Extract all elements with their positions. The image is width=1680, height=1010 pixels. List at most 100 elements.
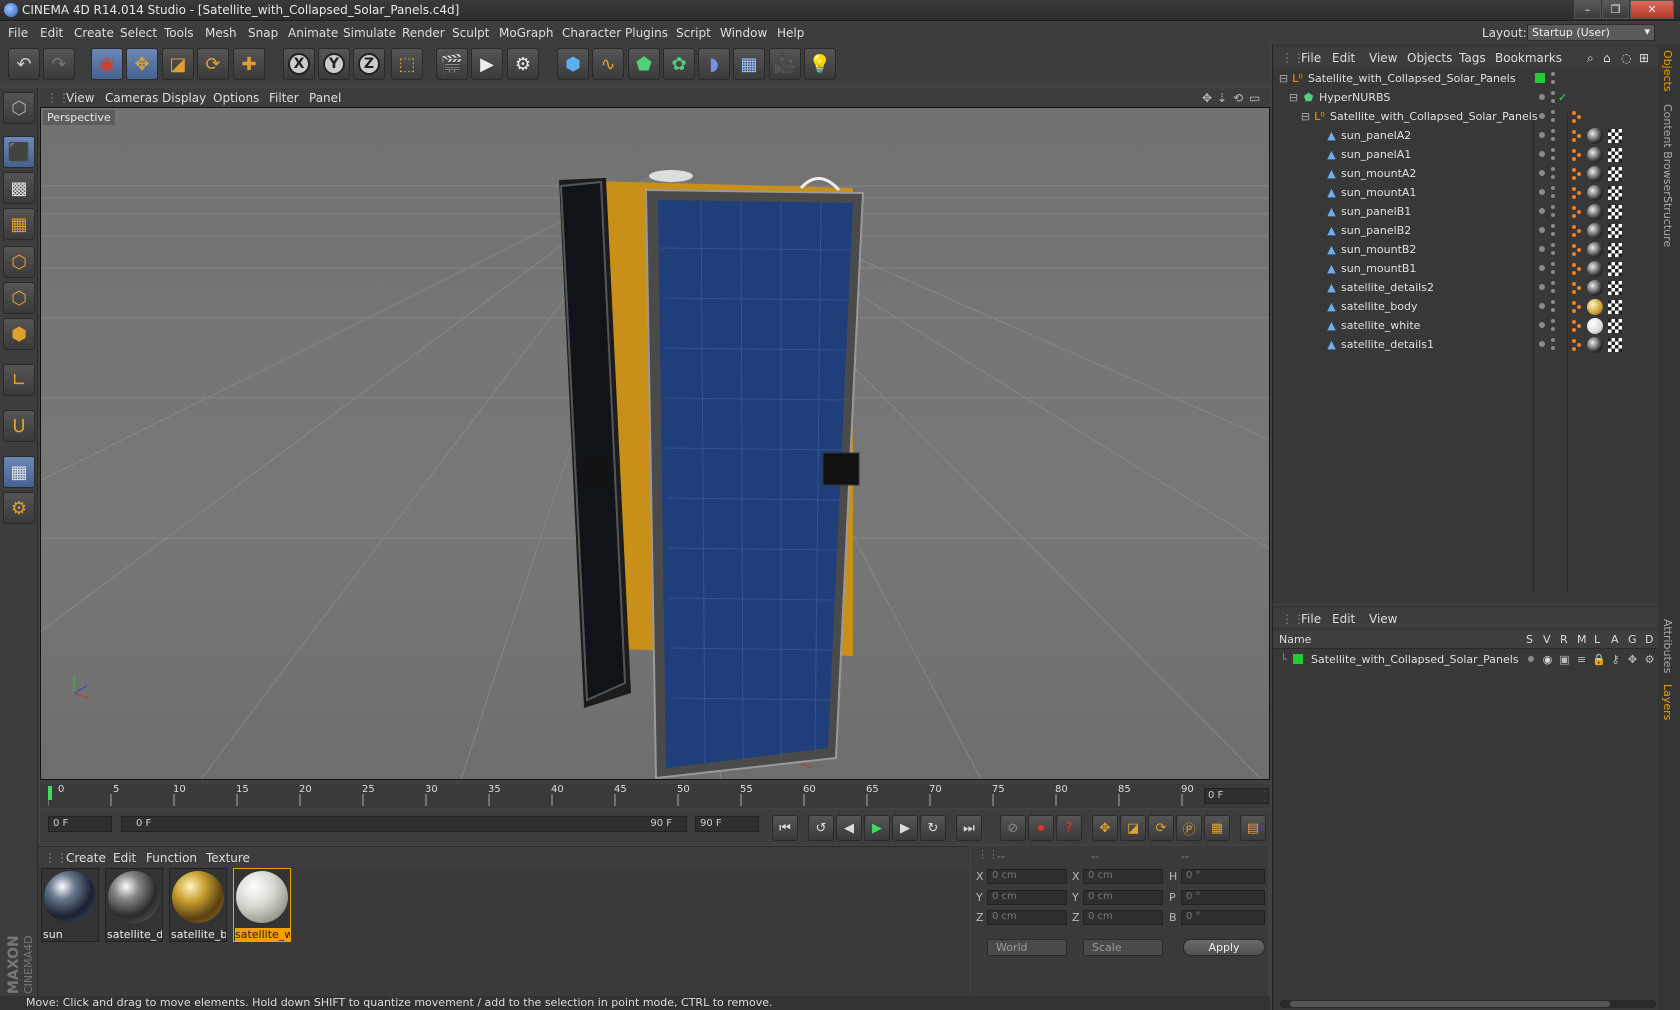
model-mode-icon[interactable]: ⬛ [3,136,35,168]
object-row[interactable]: ▲ sun_mountB2 [1273,240,1659,260]
layer-menu-view[interactable]: View [1369,612,1397,626]
viewport-rotate-icon[interactable]: ⟲ [1233,91,1243,105]
tab-layers[interactable]: Layers [1661,684,1674,720]
object-row[interactable]: ▲ satellite_body [1273,297,1659,317]
uvw-tag-icon[interactable] [1608,243,1622,257]
floor-icon[interactable]: ▦ [733,48,765,80]
menu-file[interactable]: File [8,26,28,40]
end-frame-field[interactable]: 90 F [695,816,759,832]
editor-visibility-dot[interactable] [1551,224,1555,228]
menu-help[interactable]: Help [777,26,804,40]
minimize-button[interactable]: – [1574,0,1601,19]
live-select-icon[interactable]: ◉ [91,48,123,80]
add-icon[interactable]: ✚ [233,48,265,80]
collapse-icon[interactable]: ⊟ [1299,110,1312,123]
render-visibility-dot[interactable] [1551,327,1555,331]
collapse-icon[interactable]: ⊟ [1287,91,1300,104]
enabled-dot[interactable] [1539,189,1545,195]
object-menu-bookmarks[interactable]: Bookmarks [1495,51,1562,65]
redo-icon[interactable]: ↷ [43,48,75,80]
object-menu-objects[interactable]: Objects [1407,51,1452,65]
phong-tag-icon[interactable] [1570,186,1584,200]
menu-edit[interactable]: Edit [40,26,63,40]
record-keys-icon[interactable]: ⊘ [1000,815,1026,841]
layer-col-render[interactable]: R [1560,633,1568,646]
rot-b-field[interactable]: 0 ° [1181,910,1265,925]
object-row[interactable]: ▲ sun_panelA1 [1273,145,1659,165]
frame-range-slider[interactable]: 0 F 90 F [121,816,687,832]
play-icon[interactable]: ▶ [864,815,890,841]
uvw-tag-icon[interactable] [1608,319,1622,333]
layout-select[interactable]: Startup (User) [1527,24,1655,41]
key-scale-icon[interactable]: ◪ [1120,815,1146,841]
x-axis-icon[interactable]: X [283,48,315,80]
enabled-dot[interactable] [1539,303,1545,309]
render-visibility-dot[interactable] [1551,270,1555,274]
menu-tools[interactable]: Tools [164,26,194,40]
enabled-dot[interactable] [1539,94,1545,100]
enabled-dot[interactable] [1539,227,1545,233]
nurbs-icon[interactable]: ⬟ [628,48,660,80]
render-view-icon[interactable]: 🎬 [436,48,468,80]
editor-visibility-dot[interactable] [1551,72,1555,76]
deformer-icon[interactable]: ◗ [698,48,730,80]
manager-icon[interactable]: ≡ [1575,653,1588,666]
render-visibility-dot[interactable] [1551,156,1555,160]
layer-col-animation[interactable]: A [1611,633,1619,646]
rot-p-field[interactable]: 0 ° [1181,890,1265,905]
viewport-menu-display[interactable]: Display [162,91,206,105]
new-panel-icon[interactable]: ⊞ [1639,51,1649,65]
material-tag-icon[interactable] [1587,280,1603,296]
tab-structure[interactable]: Structure [1661,196,1674,247]
key-pla-icon[interactable]: ▦ [1204,815,1230,841]
perspective-viewport[interactable]: Perspective [40,107,1270,780]
next-key-icon[interactable]: ↻ [920,815,946,841]
object-row[interactable]: ▲ satellite_details2 [1273,278,1659,298]
editor-visibility-dot[interactable] [1551,262,1555,266]
object-menu-view[interactable]: View [1369,51,1397,65]
menu-simulate[interactable]: Simulate [343,26,396,40]
object-row[interactable]: ▲ sun_mountA2 [1273,164,1659,184]
spline-icon[interactable]: ∿ [592,48,624,80]
eye-icon[interactable]: ◉ [1541,653,1554,666]
tab-attributes[interactable]: Attributes [1661,619,1674,673]
enabled-dot[interactable] [1539,322,1545,328]
menu-render[interactable]: Render [402,26,445,40]
phong-tag-icon[interactable] [1570,110,1584,124]
phong-tag-icon[interactable] [1570,300,1584,314]
size-z-field[interactable]: 0 cm [1083,910,1163,925]
material-tag-icon[interactable] [1587,261,1603,277]
render-visibility-dot[interactable] [1551,118,1555,122]
layer-row[interactable]: └ Satellite_with_Collapsed_Solar_Panels … [1273,650,1659,670]
uvw-tag-icon[interactable] [1608,262,1622,276]
enabled-dot[interactable] [1539,265,1545,271]
menu-window[interactable]: Window [720,26,767,40]
autokey-icon[interactable]: ⏺ [1028,815,1054,841]
layer-col-solo[interactable]: S [1526,633,1533,646]
phong-tag-icon[interactable] [1570,224,1584,238]
previous-frame-icon[interactable]: ◀ [836,815,862,841]
menu-animate[interactable]: Animate [288,26,338,40]
uvw-tag-icon[interactable] [1608,205,1622,219]
material-menu-edit[interactable]: Edit [113,851,136,865]
deformer-icon[interactable]: ⚙ [1643,653,1656,666]
current-frame-field[interactable]: 0 F [1204,788,1269,804]
viewport-menu-options[interactable]: Options [213,91,259,105]
material-swatch-selected[interactable]: satellite_wl [233,868,291,942]
object-row[interactable]: ▲ satellite_white [1273,316,1659,336]
layer-scrollbar[interactable] [1280,1000,1656,1008]
lock-icon[interactable]: 🔒 [1592,653,1606,666]
editor-visibility-dot[interactable] [1551,300,1555,304]
menu-select[interactable]: Select [120,26,157,40]
viewport-zoom-icon[interactable]: ⇣ [1217,91,1227,105]
timeline-ruler[interactable] [40,784,1270,808]
material-tag-icon[interactable] [1587,185,1603,201]
layer-col-generators[interactable]: G [1628,633,1637,646]
scale-icon[interactable]: ◪ [162,48,194,80]
material-tag-icon[interactable] [1587,337,1603,353]
apply-button[interactable]: Apply [1183,939,1265,956]
menu-character[interactable]: Character [562,26,621,40]
menu-create[interactable]: Create [74,26,114,40]
layer-color-icon[interactable] [1293,654,1303,664]
uvw-tag-icon[interactable] [1608,338,1622,352]
